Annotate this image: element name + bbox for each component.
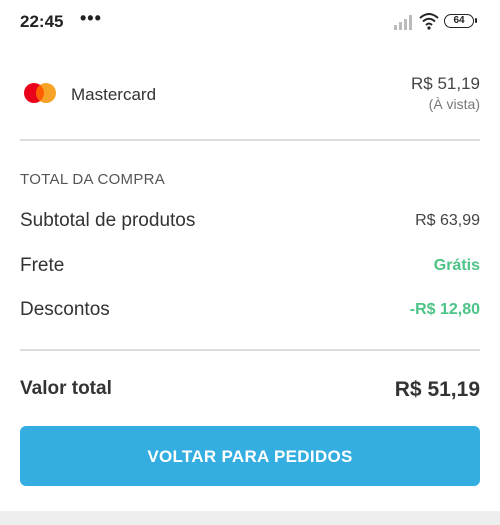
grand-total-row: Valor total R$ 51,19 bbox=[20, 378, 480, 406]
discounts-value: -R$ 12,80 bbox=[409, 301, 480, 318]
status-time: 22:45 bbox=[20, 12, 64, 31]
signal-icon bbox=[394, 15, 412, 30]
discounts-label: Descontos bbox=[20, 299, 110, 320]
discounts-row: Descontos -R$ 12,80 bbox=[20, 299, 480, 325]
bottom-bar bbox=[0, 511, 500, 525]
back-to-orders-button[interactable]: VOLTAR PARA PEDIDOS bbox=[20, 426, 480, 486]
payment-amount: R$ 51,19 bbox=[411, 74, 480, 93]
grand-total-label: Valor total bbox=[20, 378, 112, 399]
mastercard-icon bbox=[24, 83, 56, 103]
shipping-value: Grátis bbox=[433, 257, 480, 274]
shipping-row: Frete Grátis bbox=[20, 255, 480, 281]
grand-total-value: R$ 51,19 bbox=[394, 378, 480, 401]
payment-terms: (À vista) bbox=[428, 96, 480, 112]
battery-icon: 64 bbox=[444, 14, 477, 28]
totals-heading: TOTAL DA COMPRA bbox=[20, 171, 166, 188]
shipping-label: Frete bbox=[20, 255, 65, 276]
payment-method-row: Mastercard R$ 51,19 (À vista) bbox=[20, 68, 480, 118]
more-notifications-icon: ••• bbox=[80, 8, 102, 28]
divider bbox=[20, 139, 480, 141]
status-bar: 22:45 ••• 64 bbox=[0, 0, 500, 44]
subtotal-value: R$ 63,99 bbox=[415, 212, 480, 229]
divider bbox=[20, 349, 480, 351]
subtotal-label: Subtotal de produtos bbox=[20, 210, 196, 231]
wifi-icon bbox=[419, 13, 439, 30]
payment-method-name: Mastercard bbox=[71, 85, 157, 104]
subtotal-row: Subtotal de produtos R$ 63,99 bbox=[20, 210, 480, 236]
